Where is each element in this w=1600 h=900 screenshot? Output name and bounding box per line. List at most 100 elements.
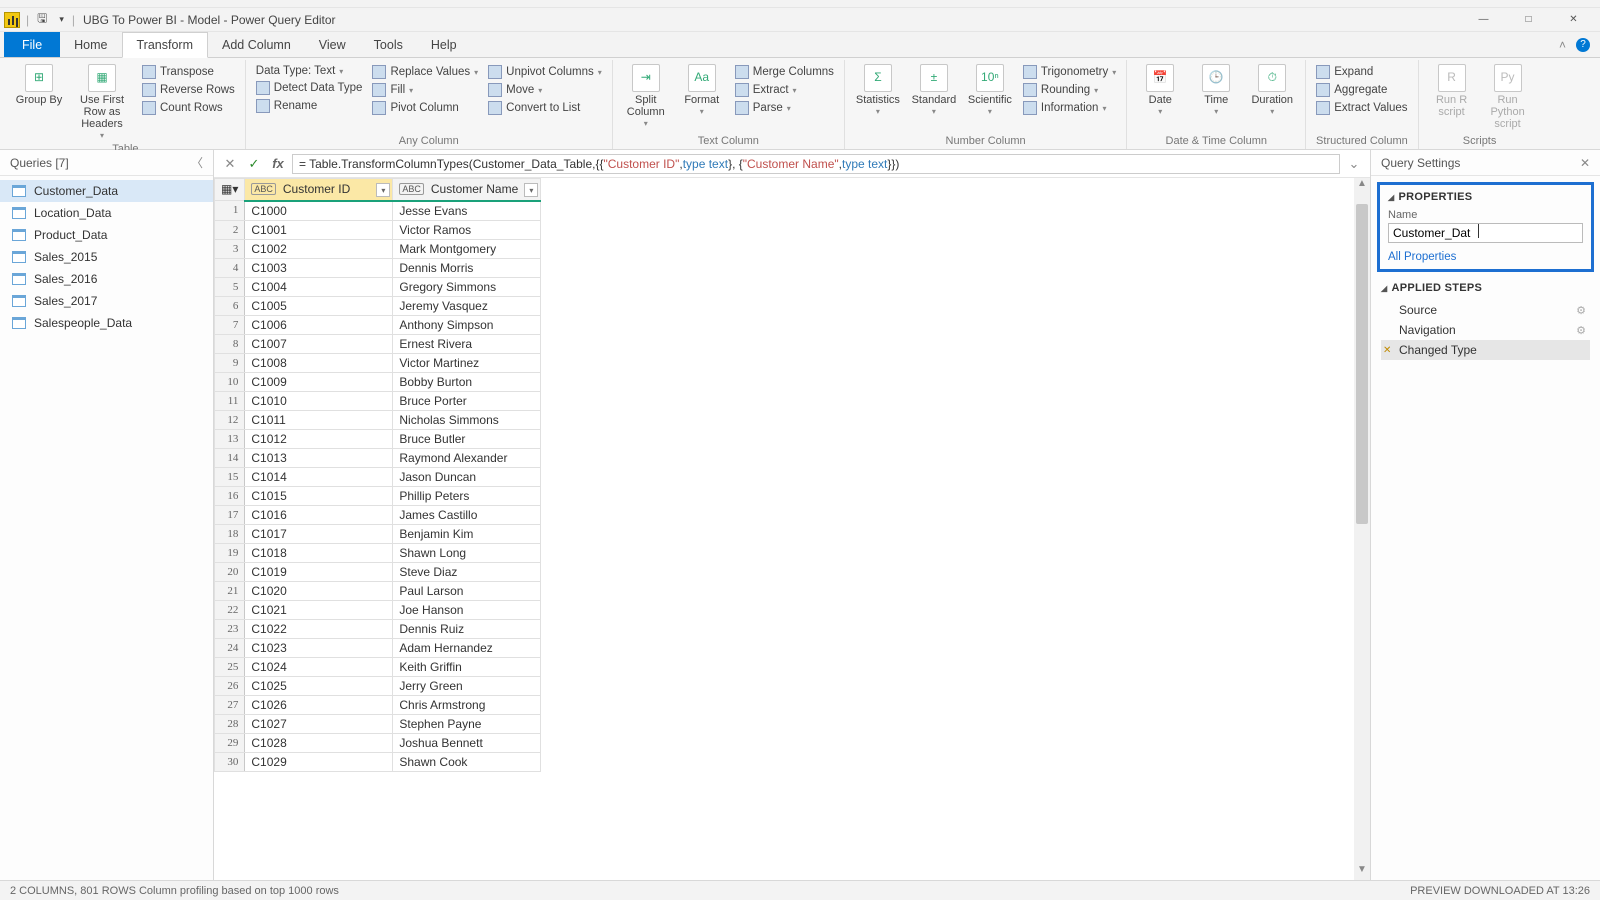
cell-customer-name[interactable]: James Castillo xyxy=(393,505,541,524)
collapse-ribbon-icon[interactable]: ˄ xyxy=(1559,38,1566,52)
detect-data-type-button[interactable]: Detect Data Type xyxy=(254,80,365,96)
table-row[interactable]: 16C1015Phillip Peters xyxy=(215,486,541,505)
information-button[interactable]: Information xyxy=(1021,100,1118,116)
query-item-product_data[interactable]: Product_Data xyxy=(0,224,213,246)
pivot-column-button[interactable]: Pivot Column xyxy=(370,100,480,116)
cell-customer-name[interactable]: Dennis Ruiz xyxy=(393,619,541,638)
tab-file[interactable]: File xyxy=(4,32,60,57)
applied-step-navigation[interactable]: Navigation⚙ xyxy=(1381,320,1590,340)
vertical-scrollbar[interactable]: ▲ ▼ xyxy=(1354,178,1370,880)
table-corner-button[interactable]: ▦▾ xyxy=(215,179,245,201)
table-row[interactable]: 7C1006Anthony Simpson xyxy=(215,315,541,334)
column-header-customer-id[interactable]: ABC Customer ID ▾ xyxy=(245,179,393,201)
scroll-up-icon[interactable]: ▲ xyxy=(1354,178,1370,194)
format-button[interactable]: AaFormat xyxy=(677,64,727,117)
cell-customer-name[interactable]: Jesse Evans xyxy=(393,201,541,221)
formula-commit-button[interactable]: ✓ xyxy=(244,154,264,174)
cell-customer-id[interactable]: C1012 xyxy=(245,429,393,448)
formula-input[interactable]: = Table.TransformColumnTypes(Customer_Da… xyxy=(292,154,1340,174)
table-row[interactable]: 29C1028Joshua Bennett xyxy=(215,733,541,752)
minimize-button[interactable]: — xyxy=(1461,8,1506,32)
table-row[interactable]: 5C1004Gregory Simmons xyxy=(215,277,541,296)
column-header-customer-name[interactable]: ABC Customer Name ▾ xyxy=(393,179,541,201)
cell-customer-id[interactable]: C1003 xyxy=(245,258,393,277)
cell-customer-id[interactable]: C1011 xyxy=(245,410,393,429)
save-icon[interactable]: 🖫 xyxy=(31,9,53,30)
standard-button[interactable]: ±Standard xyxy=(909,64,959,117)
cell-customer-id[interactable]: C1002 xyxy=(245,239,393,258)
merge-columns-button[interactable]: Merge Columns xyxy=(733,64,836,80)
tab-view[interactable]: View xyxy=(305,32,360,57)
cell-customer-name[interactable]: Chris Armstrong xyxy=(393,695,541,714)
data-grid[interactable]: ▦▾ ABC Customer ID ▾ ABC Customer Name ▾ xyxy=(214,178,541,772)
date-button[interactable]: 📅Date xyxy=(1135,64,1185,117)
close-settings-button[interactable]: ✕ xyxy=(1580,156,1590,170)
maximize-button[interactable]: □ xyxy=(1506,8,1551,32)
query-item-sales_2017[interactable]: Sales_2017 xyxy=(0,290,213,312)
time-button[interactable]: 🕒Time xyxy=(1191,64,1241,117)
count-rows-button[interactable]: Count Rows xyxy=(140,100,237,116)
cell-customer-name[interactable]: Adam Hernandez xyxy=(393,638,541,657)
gear-icon[interactable]: ⚙ xyxy=(1576,304,1586,317)
cell-customer-name[interactable]: Jerry Green xyxy=(393,676,541,695)
cell-customer-name[interactable]: Jeremy Vasquez xyxy=(393,296,541,315)
table-row[interactable]: 13C1012Bruce Butler xyxy=(215,429,541,448)
qat-dropdown[interactable]: ▾ xyxy=(53,14,70,25)
cell-customer-name[interactable]: Bruce Butler xyxy=(393,429,541,448)
cell-customer-name[interactable]: Victor Martinez xyxy=(393,353,541,372)
data-type-button[interactable]: Data Type: Text xyxy=(254,64,365,78)
cell-customer-name[interactable]: Mark Montgomery xyxy=(393,239,541,258)
table-row[interactable]: 3C1002Mark Montgomery xyxy=(215,239,541,258)
cell-customer-id[interactable]: C1009 xyxy=(245,372,393,391)
applied-step-changed-type[interactable]: Changed Type xyxy=(1381,340,1590,360)
tab-transform[interactable]: Transform xyxy=(122,32,209,58)
tab-add-column[interactable]: Add Column xyxy=(208,32,305,57)
cell-customer-id[interactable]: C1022 xyxy=(245,619,393,638)
cell-customer-id[interactable]: C1023 xyxy=(245,638,393,657)
table-row[interactable]: 12C1011Nicholas Simmons xyxy=(215,410,541,429)
query-item-location_data[interactable]: Location_Data xyxy=(0,202,213,224)
table-row[interactable]: 10C1009Bobby Burton xyxy=(215,372,541,391)
cell-customer-id[interactable]: C1007 xyxy=(245,334,393,353)
aggregate-button[interactable]: Aggregate xyxy=(1314,82,1409,98)
rename-button[interactable]: Rename xyxy=(254,98,365,114)
cell-customer-id[interactable]: C1028 xyxy=(245,733,393,752)
cell-customer-name[interactable]: Nicholas Simmons xyxy=(393,410,541,429)
close-button[interactable]: ✕ xyxy=(1551,8,1596,32)
cell-customer-id[interactable]: C1016 xyxy=(245,505,393,524)
cell-customer-name[interactable]: Jason Duncan xyxy=(393,467,541,486)
cell-customer-name[interactable]: Steve Diaz xyxy=(393,562,541,581)
table-row[interactable]: 21C1020Paul Larson xyxy=(215,581,541,600)
extract-values-button[interactable]: Extract Values xyxy=(1314,100,1409,116)
tab-help[interactable]: Help xyxy=(417,32,471,57)
table-row[interactable]: 4C1003Dennis Morris xyxy=(215,258,541,277)
split-column-button[interactable]: ⇥Split Column xyxy=(621,64,671,129)
cell-customer-name[interactable]: Joe Hanson xyxy=(393,600,541,619)
query-item-sales_2015[interactable]: Sales_2015 xyxy=(0,246,213,268)
cell-customer-id[interactable]: C1014 xyxy=(245,467,393,486)
cell-customer-id[interactable]: C1001 xyxy=(245,220,393,239)
scroll-down-icon[interactable]: ▼ xyxy=(1354,864,1370,880)
table-row[interactable]: 26C1025Jerry Green xyxy=(215,676,541,695)
parse-button[interactable]: Parse xyxy=(733,100,836,116)
first-row-headers-button[interactable]: ▦Use First Row as Headers xyxy=(70,64,134,141)
unpivot-button[interactable]: Unpivot Columns xyxy=(486,64,604,80)
duration-button[interactable]: ⏱Duration xyxy=(1247,64,1297,117)
cell-customer-id[interactable]: C1013 xyxy=(245,448,393,467)
cell-customer-id[interactable]: C1025 xyxy=(245,676,393,695)
cell-customer-id[interactable]: C1029 xyxy=(245,752,393,771)
move-button[interactable]: Move xyxy=(486,82,604,98)
cell-customer-name[interactable]: Keith Griffin xyxy=(393,657,541,676)
table-row[interactable]: 1C1000Jesse Evans xyxy=(215,201,541,221)
table-row[interactable]: 14C1013Raymond Alexander xyxy=(215,448,541,467)
run-python-button[interactable]: PyRun Python script xyxy=(1483,64,1533,130)
table-row[interactable]: 25C1024Keith Griffin xyxy=(215,657,541,676)
cell-customer-name[interactable]: Bruce Porter xyxy=(393,391,541,410)
cell-customer-name[interactable]: Phillip Peters xyxy=(393,486,541,505)
cell-customer-name[interactable]: Paul Larson xyxy=(393,581,541,600)
cell-customer-id[interactable]: C1006 xyxy=(245,315,393,334)
rounding-button[interactable]: Rounding xyxy=(1021,82,1118,98)
table-row[interactable]: 9C1008Victor Martinez xyxy=(215,353,541,372)
scrollbar-thumb[interactable] xyxy=(1356,204,1368,524)
table-row[interactable]: 22C1021Joe Hanson xyxy=(215,600,541,619)
